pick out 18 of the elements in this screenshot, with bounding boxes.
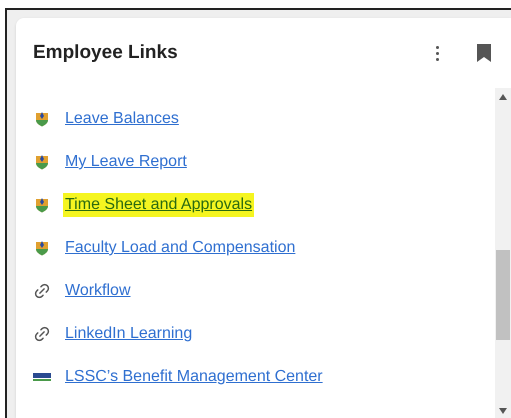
shield-icon [35,240,49,256]
card-title: Employee Links [33,40,179,65]
link[interactable]: LinkedIn Learning [63,322,194,346]
logo-icon [33,372,51,382]
shield-icon [35,197,49,213]
link[interactable]: Leave Balances [63,107,181,131]
scroll-up-icon[interactable] [499,94,507,100]
link[interactable]: Workflow [63,279,132,303]
scroll-down-icon[interactable] [499,408,507,414]
shield-icon [35,111,49,127]
bookmark-icon[interactable] [477,44,491,62]
link[interactable]: My Leave Report [63,150,189,174]
shield-icon [35,154,49,170]
link[interactable]: LSSC’s Benefit Management Center [63,365,325,389]
scrollbar[interactable] [495,88,511,418]
scrollbar-thumb[interactable] [496,250,510,340]
link[interactable]: Faculty Load and Compensation [63,236,298,260]
link[interactable]: Time Sheet and Approvals [63,193,254,217]
